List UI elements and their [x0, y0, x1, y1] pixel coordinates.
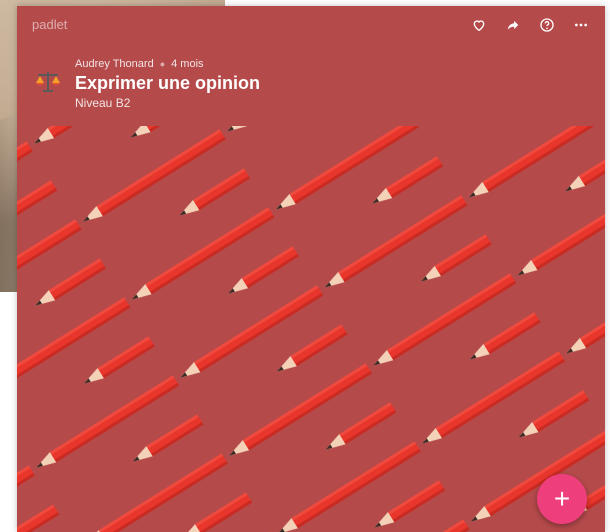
board-actions [469, 15, 591, 35]
help-icon[interactable] [537, 15, 557, 35]
add-post-button[interactable]: + [537, 474, 587, 524]
board-meta: Audrey Thonard ● 4 mois Exprimer une opi… [75, 58, 260, 110]
author-line: Audrey Thonard ● 4 mois [75, 58, 260, 70]
separator-dot: ● [159, 59, 166, 69]
scales-icon [31, 64, 65, 98]
board-title: Exprimer une opinion [75, 73, 261, 93]
post-age: 4 mois [171, 58, 204, 70]
pencil-wallpaper [17, 126, 605, 532]
padlet-board: padlet Audrey Thonard ● 4 mois Exprimer … [17, 6, 605, 532]
author-name[interactable]: Audrey Thonard [75, 58, 154, 70]
share-icon[interactable] [503, 15, 523, 35]
more-icon[interactable] [571, 15, 591, 35]
heart-icon[interactable] [469, 15, 489, 35]
board-subtitle: Niveau B2 [75, 96, 131, 110]
brand-logo[interactable]: padlet [32, 17, 67, 32]
board-header: Audrey Thonard ● 4 mois Exprimer une opi… [31, 58, 260, 110]
